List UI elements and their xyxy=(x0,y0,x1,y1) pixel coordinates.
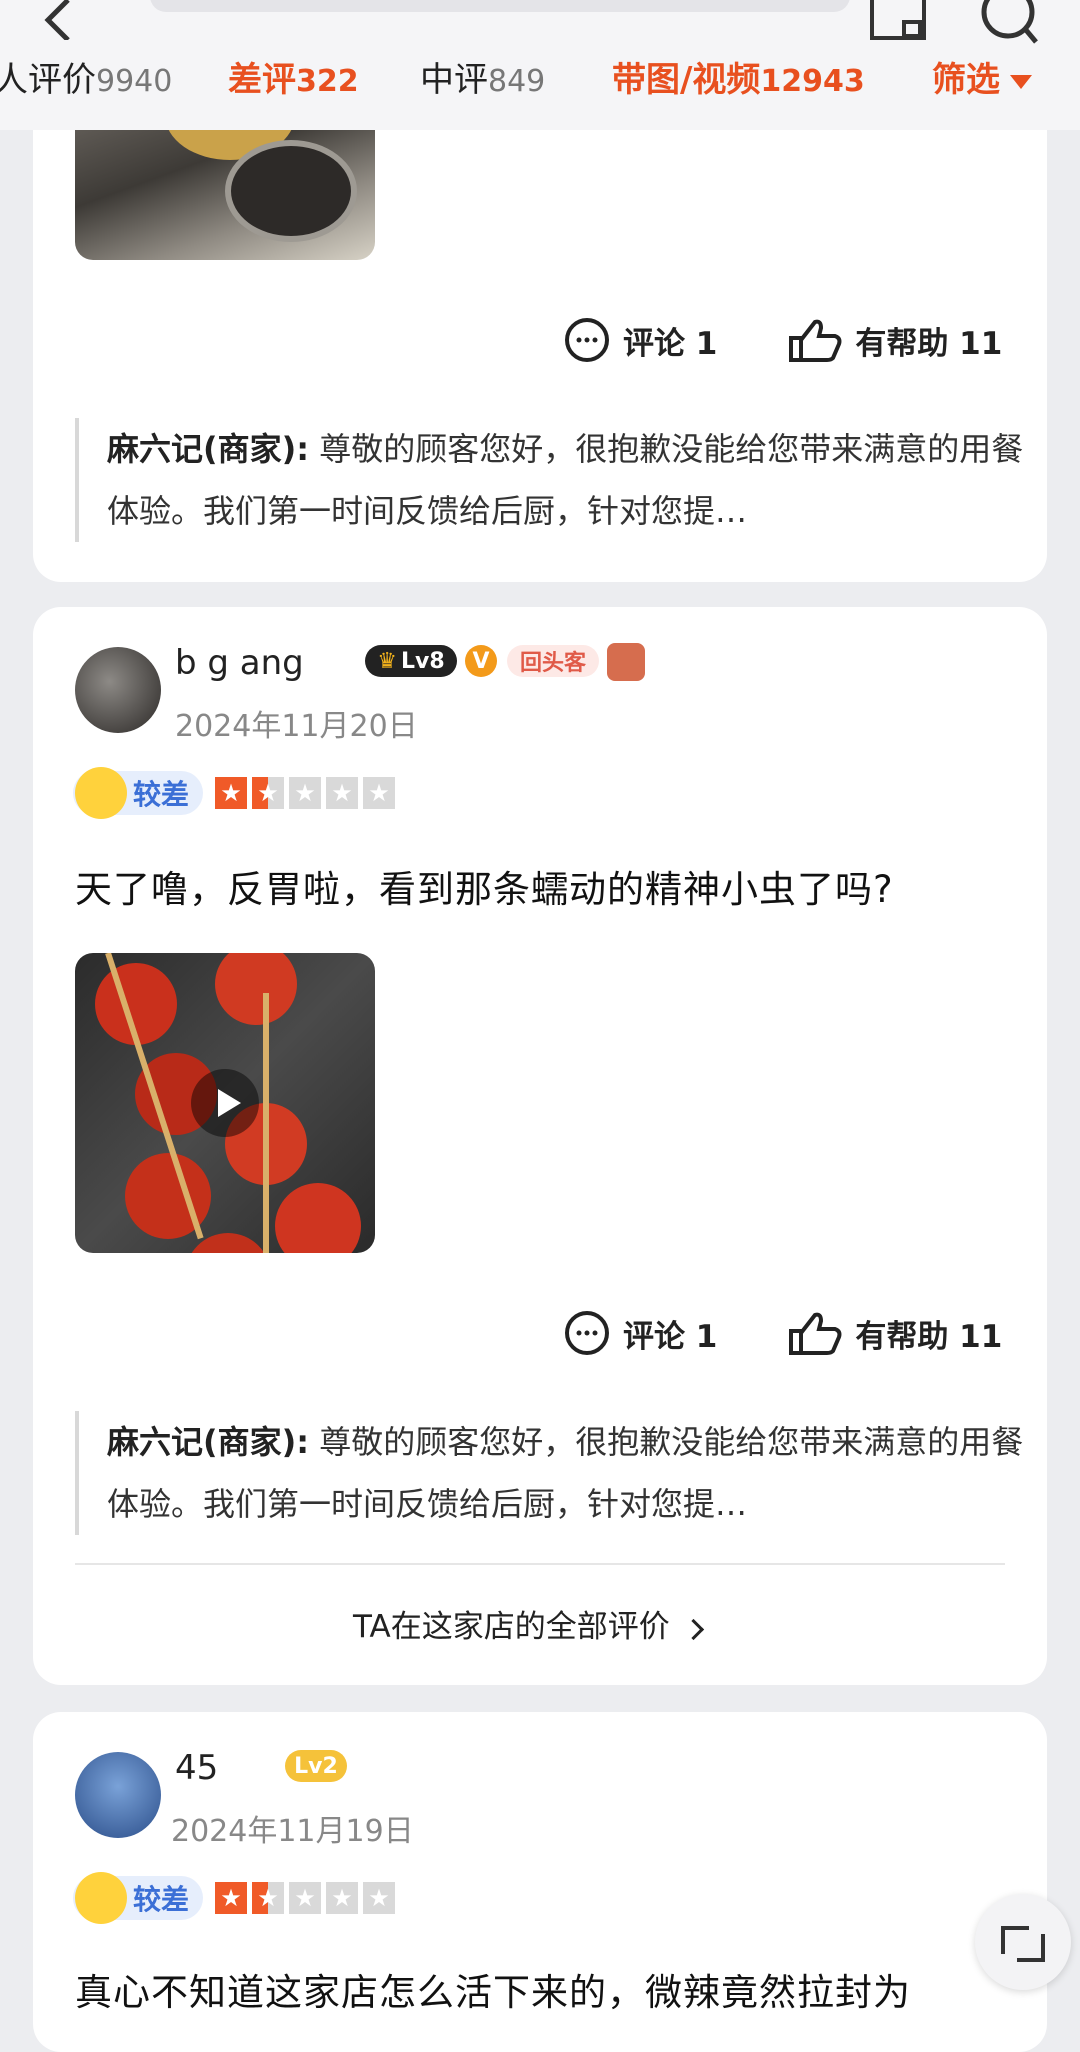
review-text[interactable]: 天了噜，反胃啦，看到那条蠕动的精神小虫了吗? xyxy=(75,859,894,913)
username[interactable]: 45 xyxy=(175,1748,218,1788)
review-date: 2024年11月19日 xyxy=(171,1814,414,1849)
comment-button[interactable]: 评论 1 xyxy=(563,1309,717,1357)
tab-neutral[interactable]: 中评849 xyxy=(420,52,545,101)
merchant-reply[interactable]: 麻六记(商家): 尊敬的顾客您好，很抱歉没能给您带来满意的用餐体验。我们第一时间… xyxy=(75,418,1047,542)
review-actions: 评论 1 有帮助 11 xyxy=(563,316,1002,364)
review-date: 2024年11月20日 xyxy=(175,709,418,744)
star-icon: ★ xyxy=(215,1882,248,1914)
review-video-thumbnail[interactable] xyxy=(75,953,375,1253)
all-reviews-link[interactable]: TA在这家店的全部评价 xyxy=(353,1601,704,1646)
sad-face-icon xyxy=(75,1872,127,1924)
review-actions: 评论 1 有帮助 11 xyxy=(563,1309,1002,1357)
helpful-button[interactable]: 有帮助 11 xyxy=(787,1309,1002,1357)
scroll-top-icon xyxy=(1001,1926,1045,1962)
username[interactable]: b g ang xyxy=(175,643,304,683)
star-icon: ★ xyxy=(252,1882,285,1914)
sad-face-icon xyxy=(75,767,127,819)
search-pill[interactable] xyxy=(150,0,850,12)
tab-all-reviews[interactable]: 人评价9940 xyxy=(0,52,172,101)
star-icon: ★ xyxy=(252,777,285,809)
review-card: 45 Lv2 2024年11月19日 较差 ★ ★ ★ ★ ★ 真心不知道这家店… xyxy=(33,1712,1047,2052)
level-badge: ♛ Lv8 xyxy=(365,645,457,677)
star-icon: ★ xyxy=(215,777,248,809)
back-arrow-icon[interactable] xyxy=(40,0,80,42)
review-card: 评论 1 有帮助 11 麻六记(商家): 尊敬的顾客您好，很抱歉没能给您带来满意… xyxy=(33,100,1047,582)
comment-icon xyxy=(565,1311,609,1355)
star-icon: ★ xyxy=(363,1882,396,1914)
avatar[interactable] xyxy=(75,647,161,733)
chevron-right-icon xyxy=(682,1618,704,1641)
merchant-reply[interactable]: 麻六记(商家): 尊敬的顾客您好，很抱歉没能给您带来满意的用餐体验。我们第一时间… xyxy=(75,1411,1047,1535)
thumbs-up-icon xyxy=(789,1312,842,1355)
caret-down-icon xyxy=(1010,74,1032,89)
star-icon: ★ xyxy=(326,777,359,809)
star-icon: ★ xyxy=(326,1882,359,1914)
avatar[interactable] xyxy=(75,1752,161,1838)
share-icon[interactable] xyxy=(868,0,928,46)
star-icon: ★ xyxy=(289,777,322,809)
star-rating: ★ ★ ★ ★ ★ xyxy=(215,777,400,809)
crown-icon: ♛ xyxy=(377,648,398,674)
star-icon: ★ xyxy=(289,1882,322,1914)
rating: 较差 ★ ★ ★ ★ ★ xyxy=(73,767,400,819)
star-icon: ★ xyxy=(363,777,396,809)
returning-customer-badge: 回头客 xyxy=(507,645,599,677)
rating: 较差 ★ ★ ★ ★ ★ xyxy=(73,1872,400,1924)
top-bar: 人评价9940 差评322 中评849 带图/视频12943 筛选 xyxy=(0,0,1080,130)
search-icon[interactable] xyxy=(980,0,1040,46)
scroll-top-button[interactable] xyxy=(975,1894,1071,1990)
comment-button[interactable]: 评论 1 xyxy=(563,316,717,364)
comment-icon xyxy=(565,318,609,362)
play-icon[interactable] xyxy=(191,1069,259,1137)
review-card: b g ang ♛ Lv8 V 回头客 2024年11月20日 较差 ★ ★ ★ … xyxy=(33,607,1047,1685)
filter-button[interactable]: 筛选 xyxy=(932,52,1032,101)
star-rating: ★ ★ ★ ★ ★ xyxy=(215,1882,400,1914)
gift-icon xyxy=(607,643,645,681)
helpful-button[interactable]: 有帮助 11 xyxy=(787,316,1002,364)
tab-negative[interactable]: 差评322 xyxy=(228,52,359,101)
divider xyxy=(75,1563,1005,1565)
level-badge: Lv2 xyxy=(285,1750,347,1782)
verified-badge: V xyxy=(465,645,497,677)
thumbs-up-icon xyxy=(789,319,842,362)
review-text[interactable]: 真心不知道这家店怎么活下来的，微辣竟然拉封为 xyxy=(75,1962,911,2016)
tab-with-media[interactable]: 带图/视频12943 xyxy=(612,52,865,101)
